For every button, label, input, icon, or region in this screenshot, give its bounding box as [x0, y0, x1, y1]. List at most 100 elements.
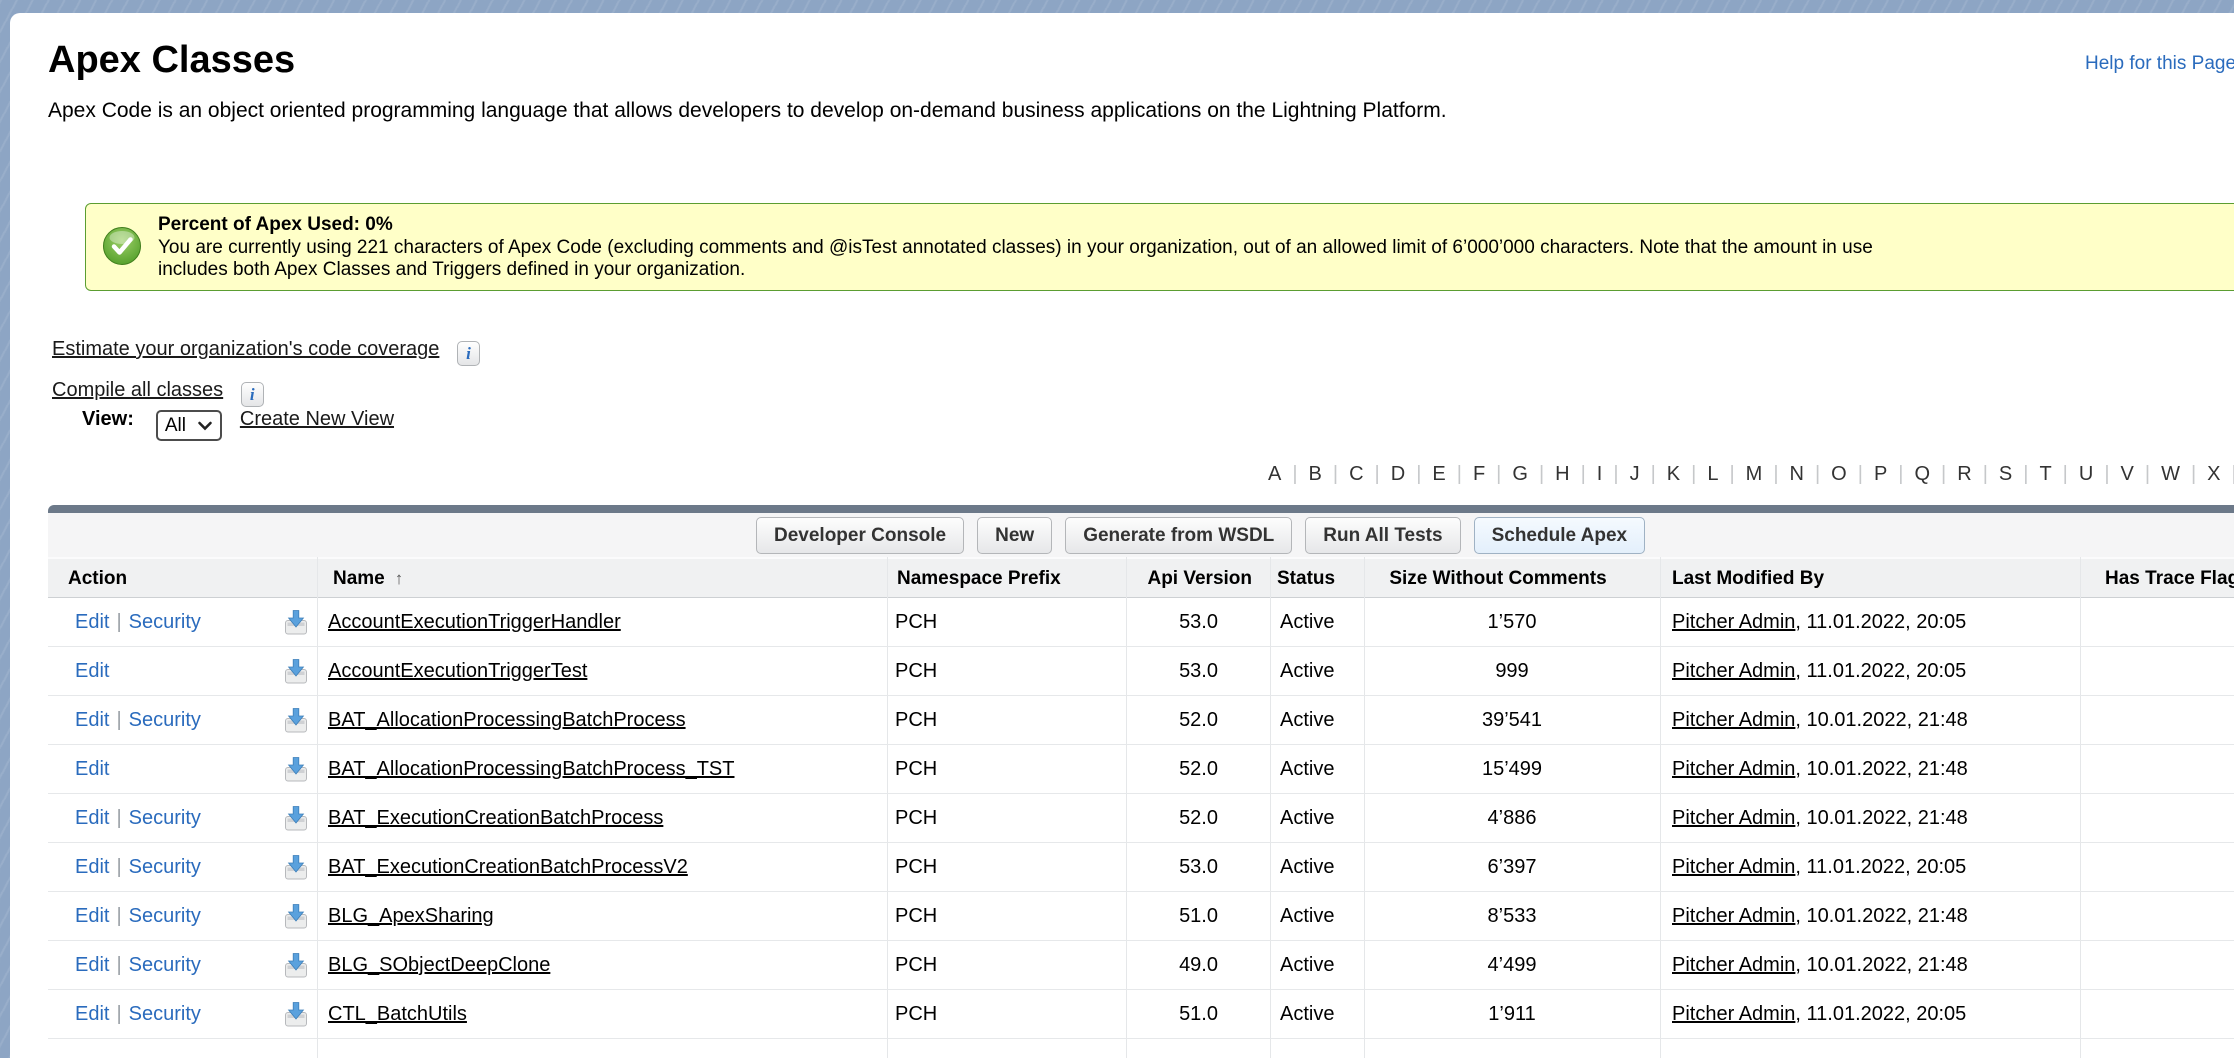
edit-link[interactable]: Edit — [75, 709, 109, 731]
class-name-link[interactable]: BLG_SObjectDeepClone — [328, 941, 550, 990]
alpha-link[interactable]: D — [1385, 463, 1411, 486]
table-row: Edit|Security BLG_ApexSharing PCH 51.0 A… — [48, 892, 2234, 941]
class-name-link[interactable]: BAT_ExecutionCreationBatchProcess — [328, 794, 663, 843]
modified-by-link[interactable]: Pitcher Admin — [1672, 660, 1795, 682]
header-status[interactable]: Status — [1277, 559, 1335, 598]
header-name[interactable]: Name↑ — [333, 559, 403, 598]
namespace-cell: PCH — [895, 745, 937, 794]
alpha-link[interactable]: O — [1825, 463, 1853, 486]
alpha-link[interactable]: Q — [1908, 463, 1936, 486]
alpha-link[interactable]: M — [1740, 463, 1769, 486]
alpha-link[interactable]: H — [1549, 463, 1575, 486]
download-icon[interactable] — [283, 756, 309, 783]
modified-by-link[interactable]: Pitcher Admin — [1672, 611, 1795, 633]
class-name-link[interactable]: BAT_ExecutionCreationBatchProcessV2 — [328, 843, 688, 892]
edit-link[interactable]: Edit — [75, 660, 109, 682]
alpha-link[interactable]: X — [2201, 463, 2226, 486]
header-action[interactable]: Action — [68, 559, 127, 598]
compile-classes-link[interactable]: Compile all classes — [52, 379, 223, 401]
header-has-trace-flag[interactable]: Has Trace Flag — [2105, 559, 2234, 598]
table-top-bar — [48, 505, 2234, 513]
help-link[interactable]: Help for this Page — [2085, 53, 2234, 75]
edit-link[interactable]: Edit — [75, 758, 109, 780]
header-api-version[interactable]: Api Version — [1088, 559, 1252, 598]
table-row: Edit AccountExecutionTriggerTest PCH 53.… — [48, 647, 2234, 696]
estimate-coverage-row: Estimate your organization's code covera… — [52, 338, 480, 366]
security-link[interactable]: Security — [129, 709, 201, 731]
edit-link[interactable]: Edit — [75, 807, 109, 829]
row-actions: Edit|Security — [75, 843, 201, 892]
alpha-link[interactable]: T — [2033, 463, 2057, 486]
modified-by-link[interactable]: Pitcher Admin — [1672, 807, 1795, 829]
alpha-link[interactable]: J — [1624, 463, 1646, 486]
security-link[interactable]: Security — [129, 856, 201, 878]
security-link[interactable]: Security — [129, 954, 201, 976]
security-link[interactable]: Security — [129, 807, 201, 829]
security-link[interactable]: Security — [129, 611, 201, 633]
new-button[interactable]: New — [977, 517, 1052, 554]
alpha-link[interactable]: P — [1868, 463, 1893, 486]
edit-link[interactable]: Edit — [75, 954, 109, 976]
alpha-link[interactable]: R — [1951, 463, 1977, 486]
generate-from-wsdl-button[interactable]: Generate from WSDL — [1065, 517, 1292, 554]
edit-link[interactable]: Edit — [75, 856, 109, 878]
class-name-link[interactable]: AccountExecutionTriggerHandler — [328, 598, 621, 647]
info-icon[interactable]: i — [241, 382, 264, 407]
schedule-apex-button[interactable]: Schedule Apex — [1474, 517, 1646, 554]
alpha-link[interactable]: B — [1303, 463, 1328, 486]
download-icon[interactable] — [283, 903, 309, 930]
alpha-link[interactable]: L — [1701, 463, 1724, 486]
header-last-modified-by[interactable]: Last Modified By — [1672, 559, 1824, 598]
alpha-link[interactable]: W — [2155, 463, 2186, 486]
class-name-link[interactable]: CTL_BatchUtils — [328, 990, 467, 1039]
alpha-link[interactable]: E — [1426, 463, 1451, 486]
info-icon[interactable]: i — [457, 341, 480, 366]
modified-by-link[interactable]: Pitcher Admin — [1672, 1003, 1795, 1025]
modified-by-link[interactable]: Pitcher Admin — [1672, 758, 1795, 780]
alpha-link[interactable]: S — [1993, 463, 2018, 486]
download-icon[interactable] — [283, 658, 309, 685]
download-icon[interactable] — [283, 854, 309, 881]
modified-cell: Pitcher Admin, 11.01.2022, 20:05 — [1672, 598, 1966, 647]
edit-link[interactable]: Edit — [75, 1003, 109, 1025]
class-name-link[interactable]: BAT_AllocationProcessingBatchProcess — [328, 696, 686, 745]
alpha-link[interactable]: U — [2073, 463, 2099, 486]
alpha-link[interactable]: F — [1467, 463, 1491, 486]
header-size-without-comments[interactable]: Size Without Comments — [1348, 559, 1648, 598]
modified-by-link[interactable]: Pitcher Admin — [1672, 954, 1795, 976]
download-icon[interactable] — [283, 1001, 309, 1028]
edit-link[interactable]: Edit — [75, 905, 109, 927]
security-link[interactable]: Security — [129, 905, 201, 927]
edit-link[interactable]: Edit — [75, 611, 109, 633]
alpha-link[interactable]: I — [1591, 463, 1609, 486]
modified-by-link[interactable]: Pitcher Admin — [1672, 905, 1795, 927]
view-select[interactable]: All — [156, 410, 222, 441]
create-new-view-link[interactable]: Create New View — [240, 408, 394, 430]
developer-console-button[interactable]: Developer Console — [756, 517, 964, 554]
alpha-link[interactable]: K — [1661, 463, 1686, 486]
table-row: Edit|Security BAT_ExecutionCreationBatch… — [48, 794, 2234, 843]
download-icon[interactable] — [283, 609, 309, 636]
class-name-link[interactable]: AccountExecutionTriggerTest — [328, 647, 587, 696]
download-icon[interactable] — [283, 952, 309, 979]
estimate-coverage-link[interactable]: Estimate your organization's code covera… — [52, 338, 439, 360]
alpha-link[interactable]: V — [2115, 463, 2140, 486]
view-label: View: — [82, 408, 134, 430]
class-name-link[interactable]: BAT_AllocationProcessingBatchProcess_TST — [328, 745, 734, 794]
security-link[interactable]: Security — [129, 1003, 201, 1025]
alpha-link[interactable]: G — [1506, 463, 1534, 486]
download-icon[interactable] — [283, 805, 309, 832]
modified-by-link[interactable]: Pitcher Admin — [1672, 856, 1795, 878]
table-row: Edit|Security BLG_SObjectDeepClone PCH 4… — [48, 941, 2234, 990]
alpha-link[interactable]: C — [1343, 463, 1369, 486]
modified-by-link[interactable]: Pitcher Admin — [1672, 709, 1795, 731]
download-icon[interactable] — [283, 707, 309, 734]
alpha-link[interactable]: A — [1262, 463, 1287, 486]
apex-usage-banner: Percent of Apex Used: 0% You are current… — [85, 203, 2234, 291]
header-namespace-prefix[interactable]: Namespace Prefix — [897, 559, 1061, 598]
class-name-link[interactable]: BLG_ApexSharing — [328, 892, 494, 941]
size-cell: 999 — [1364, 647, 1660, 696]
alpha-link[interactable]: N — [1784, 463, 1810, 486]
namespace-cell: PCH — [895, 892, 937, 941]
run-all-tests-button[interactable]: Run All Tests — [1305, 517, 1460, 554]
